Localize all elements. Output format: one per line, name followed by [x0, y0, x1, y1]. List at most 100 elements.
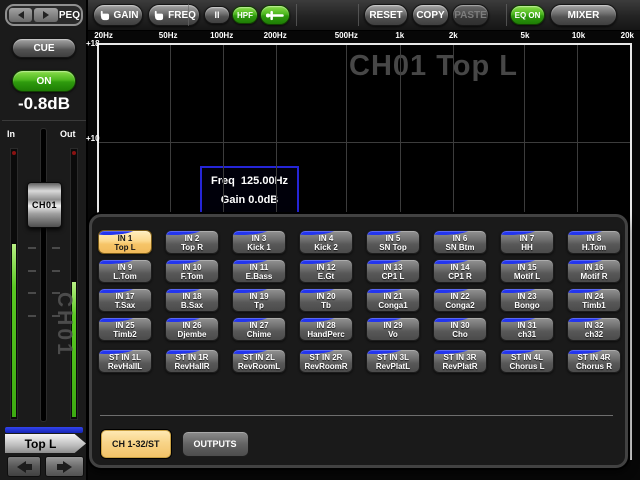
- channel-button[interactable]: ST IN 1L RevHallL: [98, 349, 152, 373]
- channel-button[interactable]: IN 6 SN Btm: [433, 230, 487, 254]
- channel-select-panel: IN 1 Top L IN 2 Top R IN 3 Kick 1 IN 4 Kick 2 IN…: [89, 214, 628, 468]
- channel-button[interactable]: IN 32 ch32: [567, 317, 621, 341]
- channel-button[interactable]: IN 1 Top L: [98, 230, 152, 254]
- reset-label: RESET: [369, 9, 403, 21]
- channel-label: H.Tom: [581, 243, 607, 252]
- paste-button[interactable]: PASTE: [452, 4, 489, 26]
- channel-button[interactable]: IN 24 Timb1: [567, 288, 621, 312]
- bank-tab[interactable]: CH 1-32/ST: [100, 429, 172, 459]
- reset-button[interactable]: RESET: [364, 4, 408, 26]
- bank-tab[interactable]: OUTPUTS: [181, 431, 249, 457]
- channel-name-tag[interactable]: Top L: [5, 434, 86, 453]
- arrow-right-icon: [57, 460, 72, 473]
- channel-number: IN 14: [450, 263, 470, 272]
- channel-label: Top L: [114, 243, 136, 252]
- channel-label: Vo: [388, 330, 398, 339]
- arrow-left-icon: [16, 460, 32, 473]
- cue-button[interactable]: CUE: [12, 38, 76, 58]
- channel-button[interactable]: ST IN 2L RevRoomL: [232, 349, 286, 373]
- prev-band-button[interactable]: [9, 8, 33, 22]
- hand-drag-icon: [152, 10, 165, 21]
- band-selector: PEQ: [5, 4, 83, 26]
- channel-grid-row: IN 1 Top L IN 2 Top R IN 3 Kick 1 IN 4 Kick 2 IN…: [98, 230, 625, 254]
- channel-button[interactable]: IN 28 HandPerc: [299, 317, 353, 341]
- gain-lock-button[interactable]: GAIN: [93, 4, 143, 26]
- band-ii-button[interactable]: II: [204, 6, 230, 24]
- channel-button[interactable]: IN 13 CP1 L: [366, 259, 420, 283]
- channel-button[interactable]: IN 26 Djembe: [165, 317, 219, 341]
- channel-label: L.Tom: [113, 272, 137, 281]
- channel-button[interactable]: IN 8 H.Tom: [567, 230, 621, 254]
- freq-tick-label: 2k: [448, 31, 458, 40]
- channel-button[interactable]: IN 17 T.Sax: [98, 288, 152, 312]
- mixer-button[interactable]: MIXER: [550, 4, 617, 26]
- channel-button[interactable]: IN 25 Timb2: [98, 317, 152, 341]
- freq-tick-label: 100Hz: [210, 31, 234, 40]
- toolbar-divider: [506, 4, 507, 26]
- channel-button[interactable]: IN 11 E.Bass: [232, 259, 286, 283]
- channel-button[interactable]: IN 19 Tp: [232, 288, 286, 312]
- eq-band-type-button[interactable]: [260, 5, 290, 25]
- channel-button[interactable]: ST IN 1R RevHallR: [165, 349, 219, 373]
- channel-on-button[interactable]: ON: [12, 70, 76, 92]
- channel-button[interactable]: IN 2 Top R: [165, 230, 219, 254]
- channel-button[interactable]: ST IN 3R RevPlatR: [433, 349, 487, 373]
- hpf-button[interactable]: HPF: [232, 6, 258, 24]
- input-meter-fill: [12, 244, 16, 417]
- channel-label: F.Tom: [180, 272, 204, 281]
- channel-button[interactable]: IN 5 SN Top: [366, 230, 420, 254]
- channel-button[interactable]: ST IN 4R Chorus R: [567, 349, 621, 373]
- next-band-button[interactable]: [34, 8, 58, 22]
- channel-button[interactable]: IN 4 Kick 2: [299, 230, 353, 254]
- channel-button[interactable]: IN 29 Vo: [366, 317, 420, 341]
- next-channel-button[interactable]: [45, 456, 84, 477]
- copy-button[interactable]: COPY: [412, 4, 449, 26]
- peq-label: PEQ: [58, 9, 80, 21]
- channel-button[interactable]: IN 15 Motif L: [500, 259, 554, 283]
- channel-button[interactable]: IN 16 Motif R: [567, 259, 621, 283]
- channel-number: IN 32: [584, 321, 604, 330]
- channel-button[interactable]: IN 22 Conga2: [433, 288, 487, 312]
- channel-number: IN 15: [517, 263, 537, 272]
- channel-button[interactable]: IN 31 ch31: [500, 317, 554, 341]
- channel-button[interactable]: IN 10 F.Tom: [165, 259, 219, 283]
- channel-number: IN 16: [584, 263, 604, 272]
- graph-watermark: CH01 Top L: [349, 50, 518, 82]
- channel-label: SN Btm: [445, 243, 475, 252]
- channel-button[interactable]: IN 7 HH: [500, 230, 554, 254]
- prev-channel-button[interactable]: [7, 456, 41, 477]
- channel-button[interactable]: IN 14 CP1 R: [433, 259, 487, 283]
- eq-on-button[interactable]: EQ ON: [510, 5, 545, 25]
- channel-button[interactable]: ST IN 2R RevRoomR: [299, 349, 353, 373]
- freq-tick-label: 10k: [571, 31, 586, 40]
- fader-track[interactable]: [40, 128, 47, 422]
- channel-number: IN 25: [115, 321, 135, 330]
- channel-button[interactable]: ST IN 3L RevPlatL: [366, 349, 420, 373]
- channel-button[interactable]: IN 27 Chime: [232, 317, 286, 341]
- channel-label: CP1 L: [381, 272, 405, 281]
- channel-button[interactable]: IN 20 Tb: [299, 288, 353, 312]
- channel-button[interactable]: IN 23 Bongo: [500, 288, 554, 312]
- channel-label: Kick 2: [314, 243, 338, 252]
- channel-label: Tb: [321, 301, 331, 310]
- channel-button[interactable]: ST IN 4L Chorus L: [500, 349, 554, 373]
- channel-button[interactable]: IN 18 B.Sax: [165, 288, 219, 312]
- freq-tick-label: 20k: [620, 31, 635, 40]
- channel-number: IN 29: [383, 321, 403, 330]
- arrow-left-icon: [17, 11, 24, 19]
- channel-button[interactable]: IN 3 Kick 1: [232, 230, 286, 254]
- channel-number: IN 23: [517, 292, 537, 301]
- channel-button[interactable]: IN 21 Conga1: [366, 288, 420, 312]
- channel-button[interactable]: IN 30 Cho: [433, 317, 487, 341]
- channel-button[interactable]: IN 9 L.Tom: [98, 259, 152, 283]
- channel-label: Kick 1: [247, 243, 271, 252]
- freq-tick-label: 5k: [520, 31, 530, 40]
- freq-lock-button[interactable]: FREQ: [148, 4, 200, 26]
- input-peak-led: [12, 151, 16, 155]
- channel-button[interactable]: IN 12 E.Gt: [299, 259, 353, 283]
- fader-handle[interactable]: CH01: [27, 182, 62, 228]
- freq-tick-label: 50Hz: [158, 31, 178, 40]
- channel-label: RevRoomR: [304, 362, 348, 371]
- channel-number: IN 12: [316, 263, 336, 272]
- channel-label: Timb1: [582, 301, 606, 310]
